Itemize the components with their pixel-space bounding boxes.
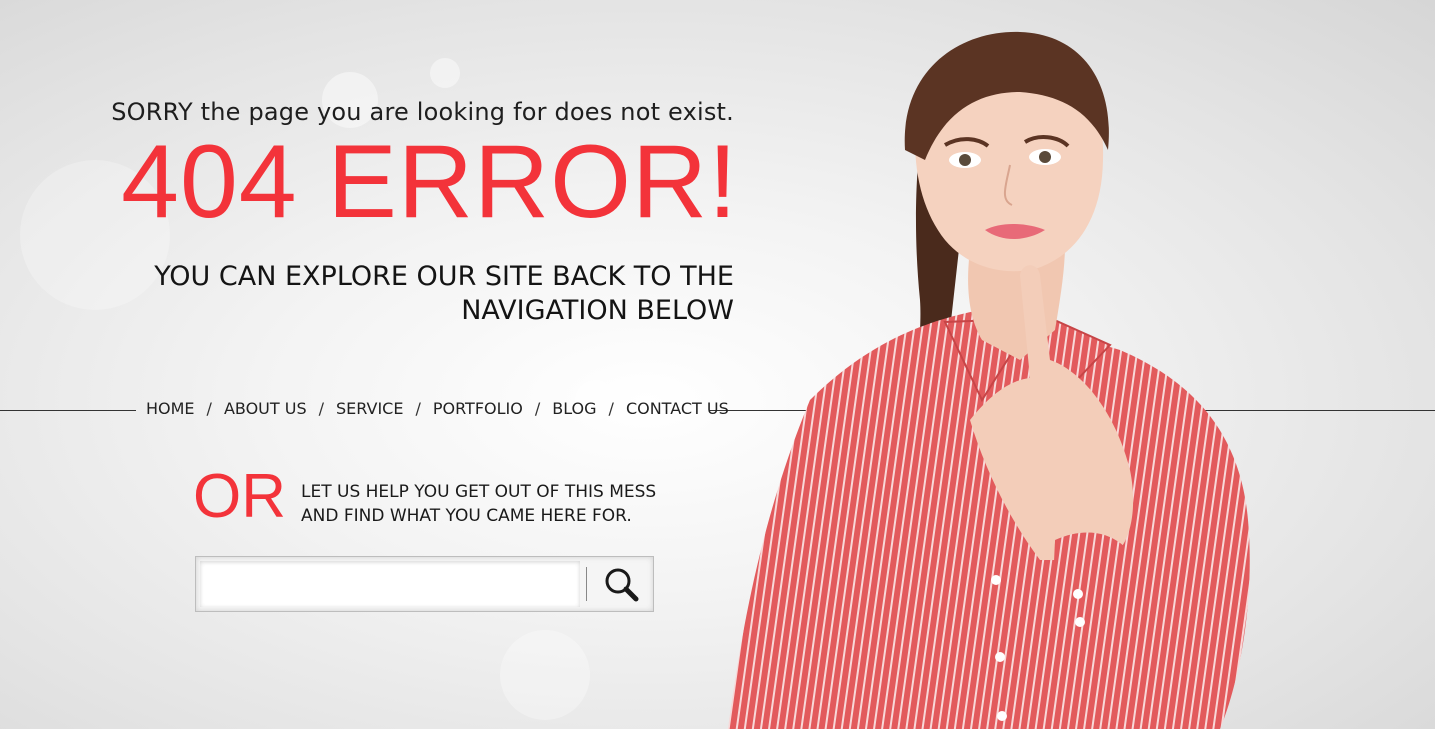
explore-line-1: YOU CAN EXPLORE OUR SITE BACK TO THE <box>154 261 734 292</box>
or-label: OR <box>193 462 286 531</box>
error-title: 404 ERROR! <box>121 124 738 240</box>
explore-message: YOU CAN EXPLORE OUR SITE BACK TO THE NAV… <box>114 260 734 328</box>
search-input[interactable] <box>200 561 580 607</box>
search-box <box>195 556 654 612</box>
nav-home[interactable]: HOME <box>146 399 195 418</box>
nav-separator: / <box>318 399 324 418</box>
nav-contact-us[interactable]: CONTACT US <box>626 399 729 418</box>
main-navigation: HOME / ABOUT US / SERVICE / PORTFOLIO / … <box>138 399 737 418</box>
thinking-woman-illustration <box>728 31 1250 729</box>
nav-separator: / <box>608 399 614 418</box>
bokeh-light <box>430 58 460 88</box>
sorry-message: SORRY the page you are looking for does … <box>111 98 734 126</box>
nav-portfolio[interactable]: PORTFOLIO <box>433 399 523 418</box>
explore-line-2: NAVIGATION BELOW <box>461 295 734 326</box>
magnifier-icon <box>605 568 639 602</box>
bokeh-light <box>500 630 590 720</box>
help-message: LET US HELP YOU GET OUT OF THIS MESS AND… <box>301 480 656 528</box>
help-line-1: LET US HELP YOU GET OUT OF THIS MESS <box>301 482 657 502</box>
nav-separator: / <box>206 399 212 418</box>
nav-separator: / <box>534 399 541 418</box>
nav-blog[interactable]: BLOG <box>552 399 596 418</box>
nav-about-us[interactable]: ABOUT US <box>224 399 307 418</box>
nav-service[interactable]: SERVICE <box>336 399 403 418</box>
search-button[interactable] <box>594 561 650 607</box>
search-divider <box>586 567 587 601</box>
nav-rule-left <box>0 410 136 411</box>
nav-separator: / <box>415 399 421 418</box>
help-line-2: AND FIND WHAT YOU CAME HERE FOR. <box>301 506 632 526</box>
